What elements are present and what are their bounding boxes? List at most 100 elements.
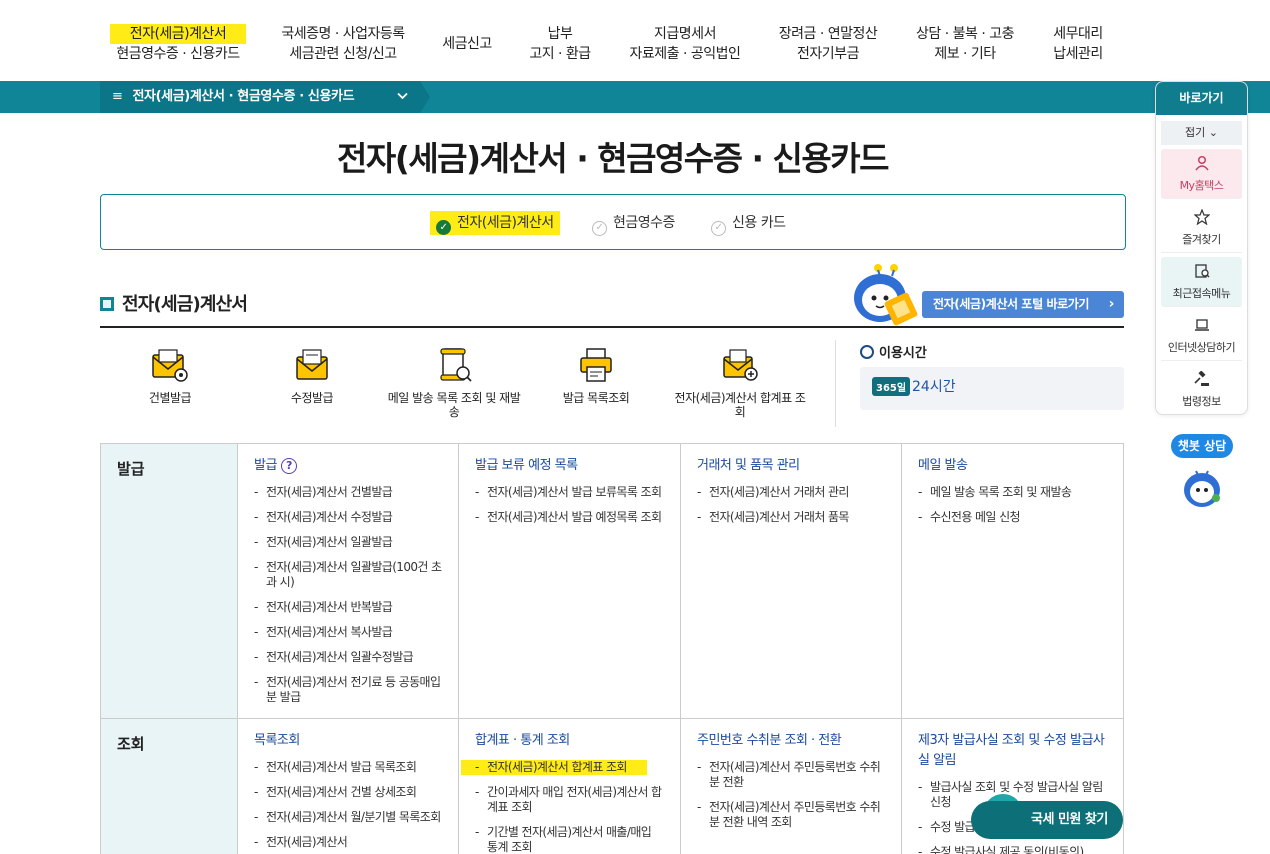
nav-tax-return[interactable]: 세금신고 (432, 34, 502, 54)
quick-summary[interactable]: 전자(세금)계산서 합계표 조회 (670, 345, 810, 419)
quick-mail-list[interactable]: 메일 발송 목록 조회 및 재발송 (384, 345, 524, 419)
help-icon[interactable]: ? (280, 458, 297, 474)
tab-etax[interactable]: ✓ 전자(세금)계산서 (430, 211, 560, 235)
recent-menu-icon (1161, 263, 1242, 281)
list-item[interactable]: 전자(세금)계산서 건별발급 (254, 485, 442, 500)
my-hometax-label: My홈택스 (1179, 179, 1224, 192)
link-list: 메일 발송 목록 조회 및 재발송 수신전용 메일 신청 (918, 485, 1107, 525)
cell-title[interactable]: 발급? (254, 456, 442, 476)
list-item[interactable]: 전자(세금)계산서 주민등록번호 수취분 전환 (697, 760, 885, 790)
usage-hours: 24시간 (912, 379, 956, 395)
vertical-divider (835, 340, 836, 427)
recent-menu-label: 최근접속메뉴 (1172, 287, 1231, 300)
list-item[interactable]: 전자(세금)계산서 발급 보류목록 조회 (475, 485, 664, 500)
list-item[interactable]: 전자(세금)계산서 발급 목록조회 (254, 760, 442, 775)
grid-row-inquiry: 조회 목록조회 전자(세금)계산서 발급 목록조회 전자(세금)계산서 건별 상… (101, 719, 1123, 854)
list-item[interactable]: 전자(세금)계산서 건별 상세조회 (254, 785, 442, 800)
nav-etax[interactable]: 전자(세금)계산서 현금영수증 · 신용카드 (108, 24, 248, 64)
cell-title[interactable]: 거래처 및 품목 관리 (697, 456, 885, 476)
envelope-plus-icon (723, 349, 758, 381)
list-item[interactable]: 전자(세금)계산서 복사발급 (254, 625, 442, 640)
section-divider (100, 326, 1124, 328)
grid-cell: 합계표 · 통계 조회 전자(세금)계산서 합계표 조회 간이과세자 매입 전자… (458, 719, 680, 854)
square-bullet-icon (100, 297, 114, 311)
quick-revised-issue[interactable]: 수정발급 (242, 345, 382, 405)
quick-link-panel: 바로가기 접기 ⌄ My홈택스 즐겨찾기 최근접속메뉴 인터넷상담하기 법령정보 (1155, 81, 1248, 415)
nav-incentive[interactable]: 장려금 · 연말정산 전자기부금 (770, 24, 886, 64)
list-item[interactable]: 수신전용 메일 신청 (918, 510, 1107, 525)
breadcrumb-dropdown[interactable]: ≡ 전자(세금)계산서 · 현금영수증 · 신용카드 (100, 81, 420, 113)
star-icon (1161, 208, 1242, 227)
nav-consult[interactable]: 상담 · 불복 · 고충 제보 · 기타 (905, 24, 1025, 64)
find-minwon-button[interactable]: 국세 민원 찾기 (971, 801, 1123, 839)
cell-title[interactable]: 합계표 · 통계 조회 (475, 731, 664, 751)
nav-tax-agent[interactable]: 세무대리 납세관리 (1040, 24, 1116, 64)
list-item[interactable]: 전자(세금)계산서 일괄발급(100건 초과 시) (254, 560, 442, 590)
chatbot-icon[interactable] (1180, 465, 1224, 509)
clock-icon (860, 345, 874, 359)
tab-credit-card-label: 신용 카드 (732, 215, 786, 231)
list-item[interactable]: 수정 발급사실 제공 동의(비동의) (918, 845, 1107, 854)
list-item[interactable]: 전자(세금)계산서 거래처 관리 (697, 485, 885, 500)
link-list: 전자(세금)계산서 발급 보류목록 조회 전자(세금)계산서 발급 예정목록 조… (475, 485, 664, 525)
fold-button[interactable]: 접기 ⌄ (1161, 121, 1242, 145)
tab-cash-receipt[interactable]: ✓ 현금영수증 (592, 211, 675, 236)
section-title: 전자(세금)계산서 (100, 290, 248, 316)
nav-incentive-label: 장려금 · 연말정산 (778, 26, 878, 42)
favorites-link[interactable]: 즐겨찾기 (1161, 203, 1242, 253)
cell-title[interactable]: 메일 발송 (918, 456, 1107, 476)
chevron-right-icon: › (1108, 296, 1115, 312)
quick-issue-list[interactable]: 발급 목록조회 (526, 345, 666, 405)
chatbot-button[interactable]: 챗봇 상담 (1171, 434, 1233, 458)
list-item[interactable]: 전자(세금)계산서 일괄수정발급 (254, 650, 442, 665)
cell-title[interactable]: 목록조회 (254, 731, 442, 751)
gavel-icon (1161, 370, 1242, 389)
nav-certificate-sub: 세금관련 신청/신고 (289, 46, 397, 62)
nav-payment-statement[interactable]: 지급명세서 자료제출 · 공익법인 (617, 24, 753, 64)
tab-credit-card[interactable]: ✓ 신용 카드 (711, 211, 786, 236)
list-item[interactable]: 전자(세금)계산서 일괄발급 (254, 535, 442, 550)
breadcrumb-arrow (420, 81, 430, 113)
printer-icon (580, 348, 612, 382)
nav-payment-statement-label: 지급명세서 (654, 26, 716, 42)
list-item[interactable]: 전자(세금)계산서 주민등록번호 수취분 전환 내역 조회 (697, 800, 885, 830)
nav-consult-label: 상담 · 불복 · 고충 (916, 26, 1014, 42)
grid-cell: 거래처 및 품목 관리 전자(세금)계산서 거래처 관리 전자(세금)계산서 거… (680, 444, 901, 718)
etax-portal-button[interactable]: 전자(세금)계산서 포털 바로가기 › (922, 291, 1124, 318)
list-item[interactable]: 전자(세금)계산서 수정발급 (254, 510, 442, 525)
recent-menu-link[interactable]: 최근접속메뉴 (1161, 257, 1242, 307)
quick-issue-list-label: 발급 목록조회 (562, 391, 630, 405)
grid-cell: 주민번호 수취분 조회 · 전환 전자(세금)계산서 주민등록번호 수취분 전환… (680, 719, 901, 854)
list-item[interactable]: 전자(세금)계산서 전기료 등 공동매입분 발급 (254, 675, 442, 705)
list-item[interactable]: 메일 발송 목록 조회 및 재발송 (918, 485, 1107, 500)
nav-payment-sub: 고지 · 환급 (529, 46, 591, 62)
nav-incentive-sub: 전자기부금 (797, 46, 859, 62)
cell-title[interactable]: 발급 보류 예정 목록 (475, 456, 664, 476)
nav-tax-return-label: 세금신고 (442, 36, 492, 52)
list-item[interactable]: 전자(세금)계산서 발급 예정목록 조회 (475, 510, 664, 525)
envelope-gear-icon (152, 349, 188, 382)
list-item[interactable]: 전자(세금)계산서 (254, 835, 442, 850)
grid-cell: 목록조회 전자(세금)계산서 발급 목록조회 전자(세금)계산서 건별 상세조회… (237, 719, 458, 854)
law-info-link[interactable]: 법령정보 (1161, 365, 1242, 414)
section-title-text: 전자(세금)계산서 (122, 294, 248, 315)
link-list: 전자(세금)계산서 건별발급 전자(세금)계산서 수정발급 전자(세금)계산서 … (254, 485, 442, 705)
my-hometax-link[interactable]: My홈택스 (1161, 149, 1242, 199)
check-icon: ✓ (592, 221, 607, 236)
cell-title[interactable]: 주민번호 수취분 조회 · 전환 (697, 731, 885, 751)
nav-payment[interactable]: 납부 고지 · 환급 (520, 24, 600, 64)
list-item[interactable]: 전자(세금)계산서 반복발급 (254, 600, 442, 615)
online-consult-link[interactable]: 인터넷상담하기 (1161, 311, 1242, 361)
list-item[interactable]: 전자(세금)계산서 월/분기별 목록조회 (254, 810, 442, 825)
list-item[interactable]: 간이과세자 매입 전자(세금)계산서 합계표 조회 (475, 785, 664, 815)
usage-box: 365일 24시간 (860, 367, 1124, 410)
list-item[interactable]: 전자(세금)계산서 합계표 조회 (461, 760, 647, 775)
nav-certificate[interactable]: 국세증명 · 사업자등록 세금관련 신청/신고 (273, 24, 413, 64)
nav-certificate-label: 국세증명 · 사업자등록 (281, 26, 405, 42)
mascot-icon (854, 264, 918, 326)
list-item[interactable]: 전자(세금)계산서 거래처 품목 (697, 510, 885, 525)
usage-badge: 365일 (872, 377, 911, 396)
quick-individual-issue[interactable]: 건별발급 (100, 345, 240, 405)
list-item[interactable]: 기간별 전자(세금)계산서 매출/매입 통계 조회 (475, 825, 664, 854)
cell-title[interactable]: 제3자 발급사실 조회 및 수정 발급사실 알림 (918, 731, 1107, 771)
